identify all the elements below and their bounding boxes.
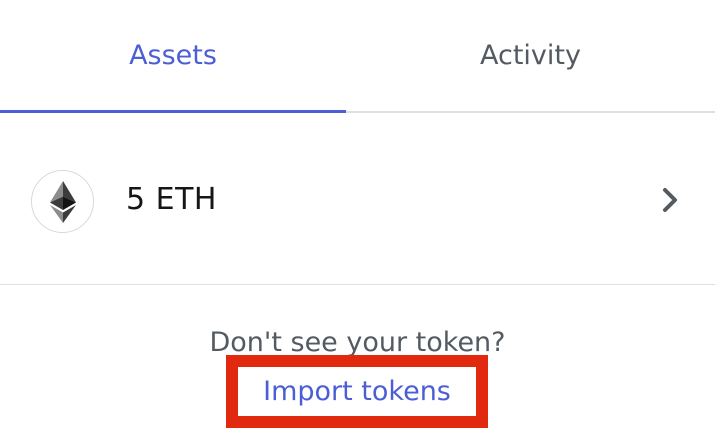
tab-bar: Assets Activity (0, 0, 715, 113)
chevron-right-icon[interactable] (658, 185, 682, 215)
asset-row-eth[interactable]: 5 ETH (0, 113, 715, 285)
asset-amount: 5 ETH (126, 182, 217, 217)
tab-assets[interactable]: Assets (0, 0, 346, 113)
import-tokens-highlight: Import tokens (226, 355, 488, 428)
ethereum-logo-shape (49, 180, 76, 223)
import-tokens-link[interactable]: Import tokens (263, 372, 451, 412)
tab-assets-label: Assets (129, 40, 217, 71)
tab-activity-label: Activity (480, 40, 581, 71)
wallet-assets-panel: Assets Activity 5 ETH Don't see your tok… (0, 0, 715, 431)
ethereum-icon (31, 170, 94, 233)
tab-activity[interactable]: Activity (346, 0, 715, 111)
